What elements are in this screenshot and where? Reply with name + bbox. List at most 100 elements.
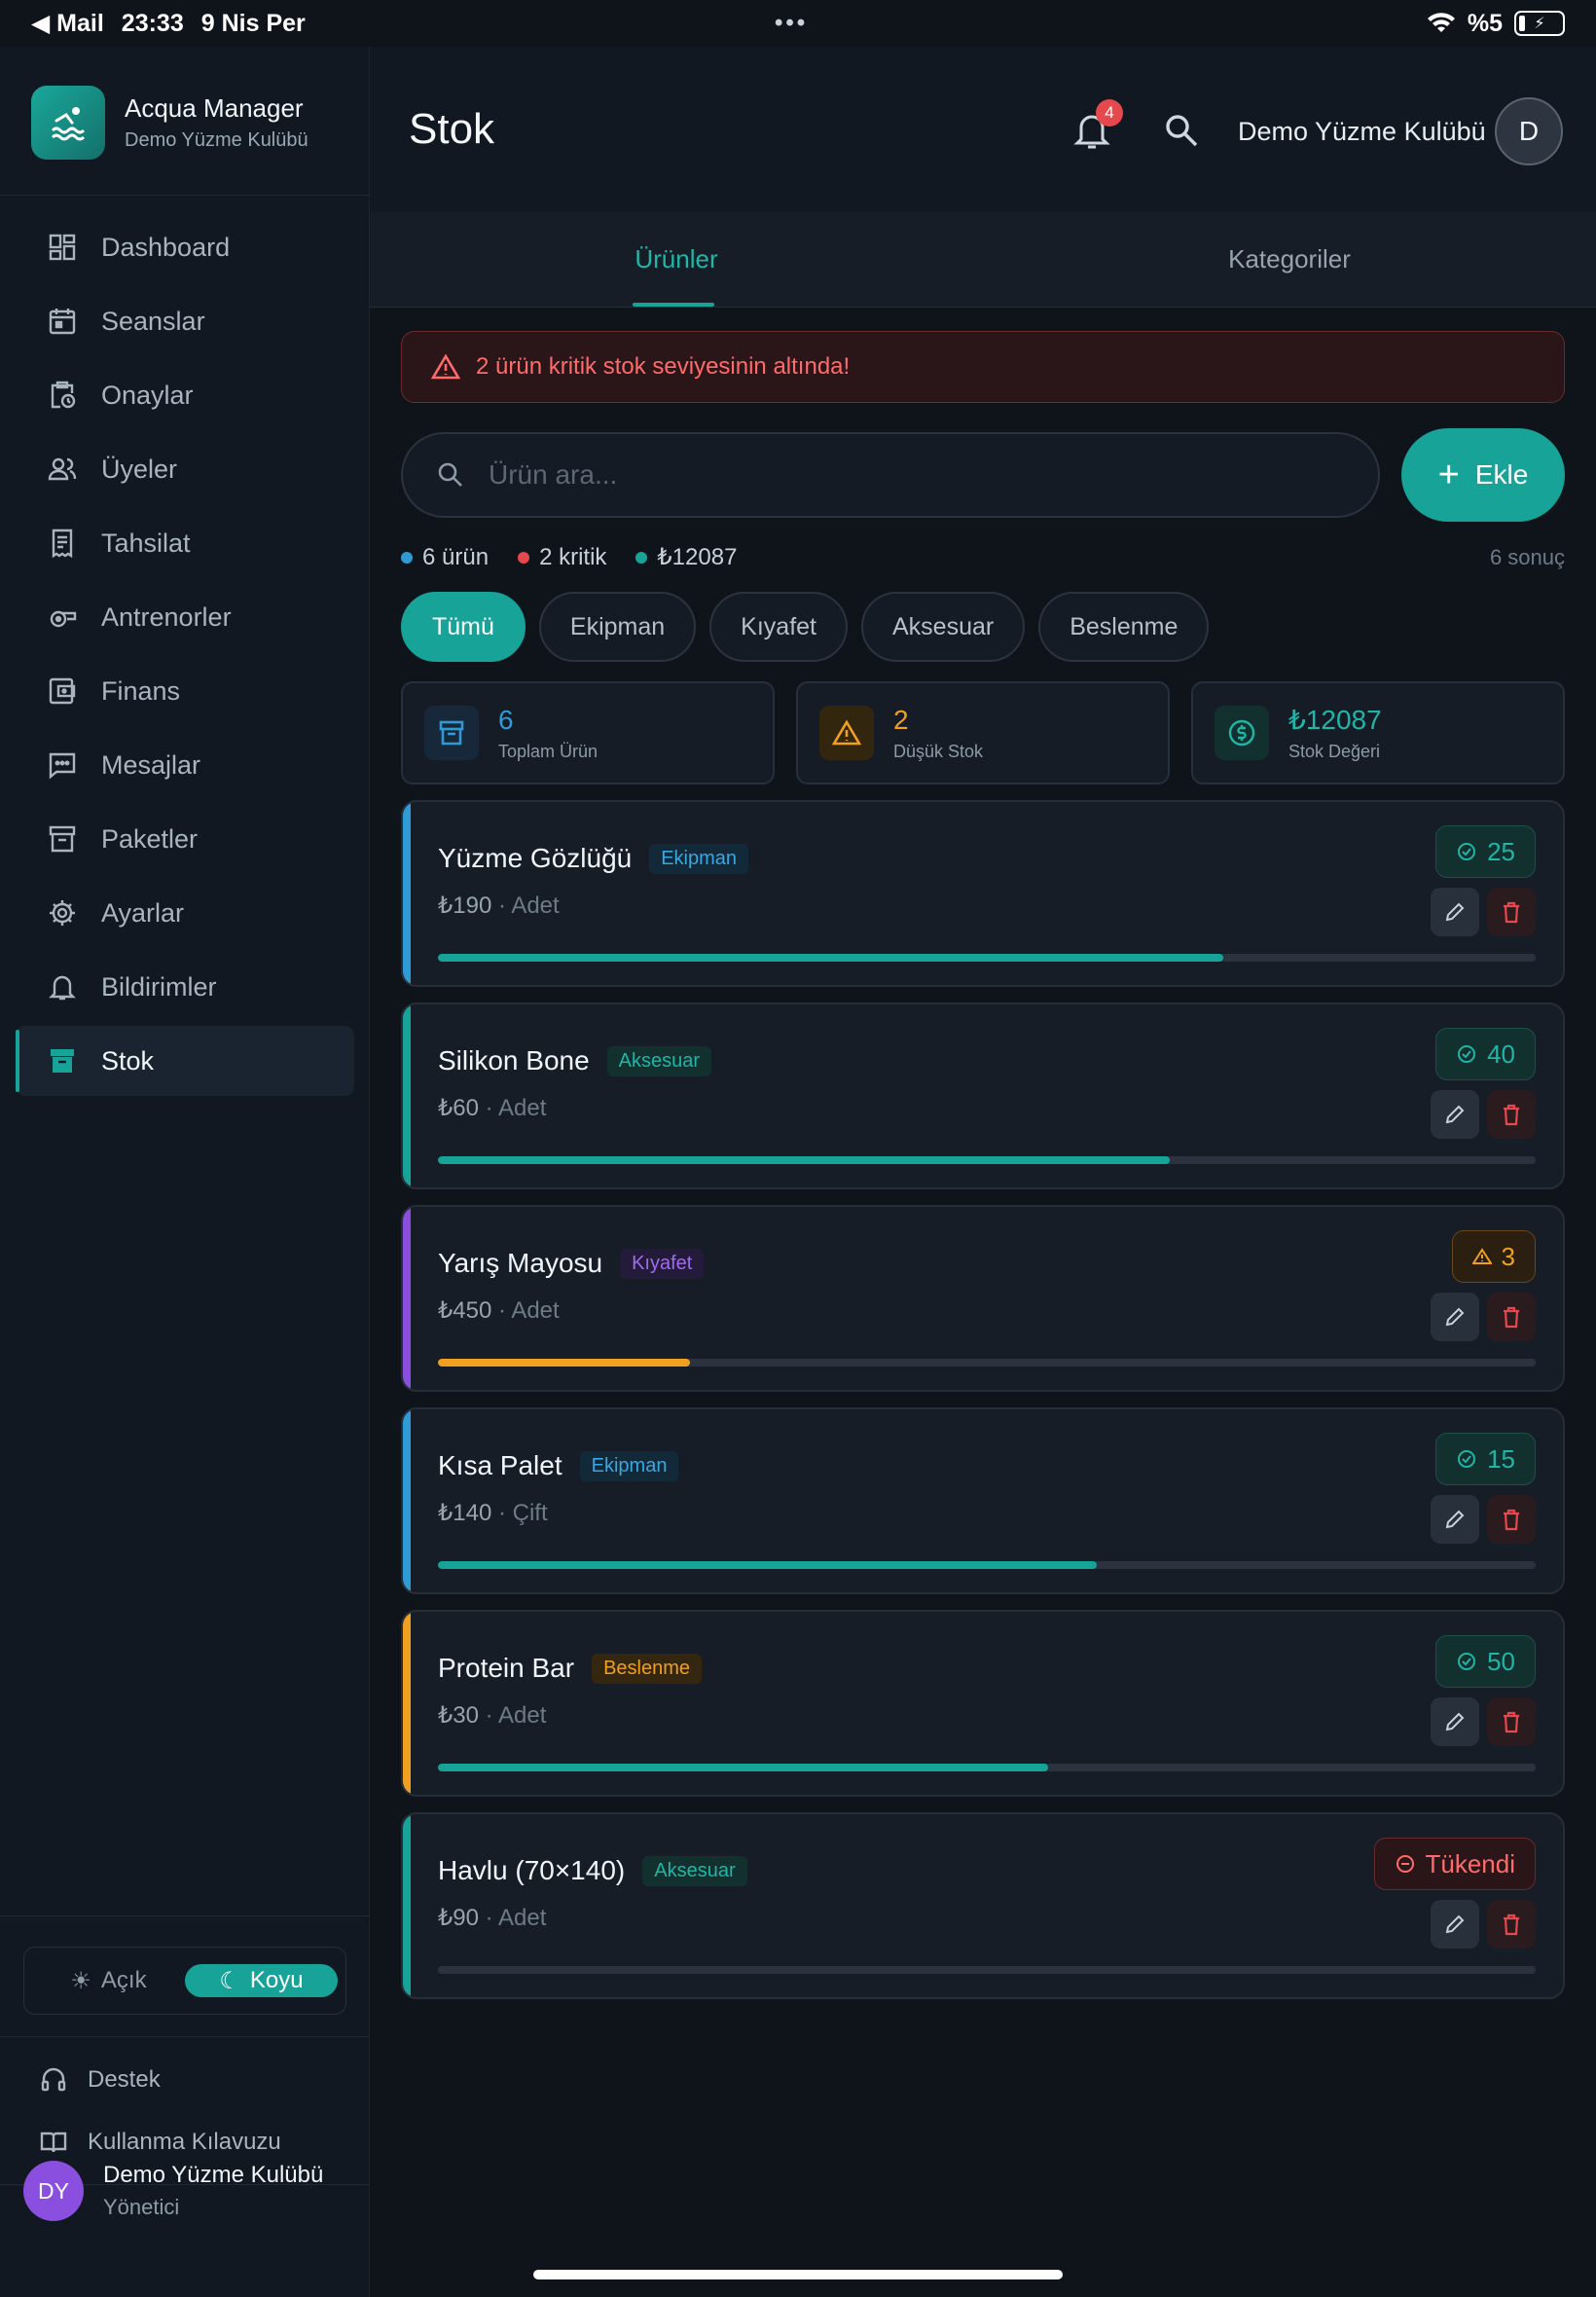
sidebar-item-packages[interactable]: Paketler xyxy=(16,804,354,874)
edit-button[interactable] xyxy=(1431,888,1479,936)
edit-button[interactable] xyxy=(1431,1293,1479,1341)
product-unit: Adet xyxy=(497,1702,547,1729)
stock-level-fill xyxy=(438,1764,1049,1771)
sidebar-item-approvals[interactable]: Onaylar xyxy=(16,360,354,430)
calendar-icon xyxy=(49,309,76,335)
category-filter-chips: Tümü Ekipman Kıyafet Aksesuar Beslenme xyxy=(401,592,1210,662)
user-guide-link[interactable]: Kullanma Kılavuzu xyxy=(39,2128,281,2157)
stock-quantity: 15 xyxy=(1487,1443,1515,1474)
stat-stock-value: ₺12087 Stok Değeri xyxy=(1191,681,1565,784)
delete-button[interactable] xyxy=(1487,888,1536,936)
search-icon[interactable] xyxy=(1162,111,1201,150)
delete-button[interactable] xyxy=(1487,1900,1536,1949)
product-price: ₺60 xyxy=(438,1095,479,1121)
whistle-icon xyxy=(50,610,77,628)
delete-button[interactable] xyxy=(1487,1293,1536,1341)
category-badge: Beslenme xyxy=(592,1653,703,1684)
trash-icon xyxy=(1504,901,1519,924)
delete-button[interactable] xyxy=(1487,1090,1536,1139)
sidebar-item-members[interactable]: Üyeler xyxy=(16,434,354,504)
stock-quantity: 40 xyxy=(1487,1039,1515,1069)
sidebar-item-stock[interactable]: Stok xyxy=(16,1026,354,1096)
edit-button[interactable] xyxy=(1431,1495,1479,1544)
delete-button[interactable] xyxy=(1487,1495,1536,1544)
pencil-icon xyxy=(1445,1105,1465,1124)
sidebar-item-finance[interactable]: Finans xyxy=(16,656,354,726)
top-header: Stok 4 Demo Yüzme Kulübü D xyxy=(370,47,1596,212)
sidebar-item-collections[interactable]: Tahsilat xyxy=(16,508,354,578)
user-profile-card[interactable]: DY Demo Yüzme Kulübü Yönetici xyxy=(23,2161,323,2221)
product-card[interactable]: Yüzme Gözlüğü Ekipman ₺190 · Adet 25 xyxy=(401,800,1565,987)
warning-icon xyxy=(819,706,874,760)
filter-chip-all[interactable]: Tümü xyxy=(401,592,526,662)
theme-dark-option[interactable]: ☾ Koyu xyxy=(185,1964,338,1997)
filter-chip-accessory[interactable]: Aksesuar xyxy=(861,592,1026,662)
check-circle-icon xyxy=(1458,843,1476,860)
sidebar-item-dashboard[interactable]: Dashboard xyxy=(16,212,354,282)
warning-icon xyxy=(1471,1248,1492,1264)
add-product-button[interactable]: + Ekle xyxy=(1401,428,1565,522)
brand[interactable]: Acqua Manager Demo Yüzme Kulübü xyxy=(31,86,308,160)
dollar-coin-icon xyxy=(1215,706,1269,760)
stock-status-pill: 40 xyxy=(1435,1028,1536,1080)
wifi-icon xyxy=(1427,13,1455,33)
stock-level-fill xyxy=(438,1156,1171,1164)
stock-level-bar xyxy=(438,1156,1536,1164)
sidebar-item-messages[interactable]: Mesajlar xyxy=(16,730,354,800)
filter-chip-nutrition[interactable]: Beslenme xyxy=(1038,592,1210,662)
check-circle-icon xyxy=(1458,1450,1476,1468)
plus-icon: + xyxy=(1437,455,1460,495)
product-name: Kısa Palet xyxy=(438,1450,562,1480)
sidebar-item-sessions[interactable]: Seanslar xyxy=(16,286,354,356)
filter-chip-equipment[interactable]: Ekipman xyxy=(538,592,697,662)
pencil-icon xyxy=(1445,902,1465,922)
stock-level-fill xyxy=(438,954,1223,962)
back-to-app-link[interactable]: ◀ Mail xyxy=(31,9,104,38)
product-price: ₺30 xyxy=(438,1702,479,1729)
battery-percent: %5 xyxy=(1467,9,1503,37)
sidebar-item-trainers[interactable]: Antrenorler xyxy=(16,582,354,652)
product-card[interactable]: Silikon Bone Aksesuar ₺60 · Adet 40 xyxy=(401,1003,1565,1189)
clipboard-clock-icon xyxy=(51,381,76,409)
stock-level-bar xyxy=(438,1359,1536,1367)
sidebar-item-settings[interactable]: Ayarlar xyxy=(16,878,354,948)
product-card[interactable]: Havlu (70×140) Aksesuar ₺90 · Adet Tüken… xyxy=(401,1812,1565,1999)
divider xyxy=(0,2036,370,2037)
user-role: Yönetici xyxy=(103,2195,180,2219)
tab-products[interactable]: Ürünler xyxy=(370,212,983,307)
category-badge: Ekipman xyxy=(579,1450,679,1481)
product-card[interactable]: Protein Bar Beslenme ₺30 · Adet 50 xyxy=(401,1610,1565,1797)
tab-categories[interactable]: Kategoriler xyxy=(983,212,1596,307)
delete-button[interactable] xyxy=(1487,1697,1536,1746)
category-accent xyxy=(403,1207,411,1390)
status-time: 23:33 xyxy=(121,9,184,37)
edit-button[interactable] xyxy=(1431,1090,1479,1139)
edit-button[interactable] xyxy=(1431,1697,1479,1746)
edit-button[interactable] xyxy=(1431,1900,1479,1949)
brand-title: Acqua Manager xyxy=(125,93,304,123)
product-card[interactable]: Kısa Palet Ekipman ₺140 · Çift 15 xyxy=(401,1407,1565,1594)
product-unit: Çift xyxy=(512,1500,548,1526)
search-input[interactable] xyxy=(489,459,1267,491)
avatar[interactable]: D xyxy=(1495,97,1563,165)
theme-light-option[interactable]: ☀ Açık xyxy=(32,1964,185,1997)
club-name[interactable]: Demo Yüzme Kulübü xyxy=(1238,117,1486,147)
home-indicator[interactable] xyxy=(533,2270,1063,2279)
stock-level-bar xyxy=(438,1764,1536,1771)
message-icon xyxy=(49,752,76,780)
user-name: Demo Yüzme Kulübü xyxy=(103,2162,324,2188)
category-accent xyxy=(403,1409,411,1592)
product-card[interactable]: Yarış Mayosu Kıyafet ₺450 · Adet 3 xyxy=(401,1205,1565,1392)
filter-chip-clothing[interactable]: Kıyafet xyxy=(709,592,848,662)
product-price: ₺190 xyxy=(438,893,492,919)
theme-toggle[interactable]: ☀ Açık ☾ Koyu xyxy=(23,1947,346,2015)
product-list: Yüzme Gözlüğü Ekipman ₺190 · Adet 25 Sil… xyxy=(401,800,1565,2015)
divider xyxy=(0,195,370,196)
multitasking-dots-icon[interactable]: ••• xyxy=(775,10,808,37)
sidebar-item-notifications[interactable]: Bildirimler xyxy=(16,952,354,1022)
archive-icon xyxy=(424,706,479,760)
support-link[interactable]: Destek xyxy=(39,2065,161,2095)
stock-status-pill: 25 xyxy=(1435,825,1536,878)
check-circle-icon xyxy=(1458,1045,1476,1063)
pencil-icon xyxy=(1445,1510,1465,1529)
